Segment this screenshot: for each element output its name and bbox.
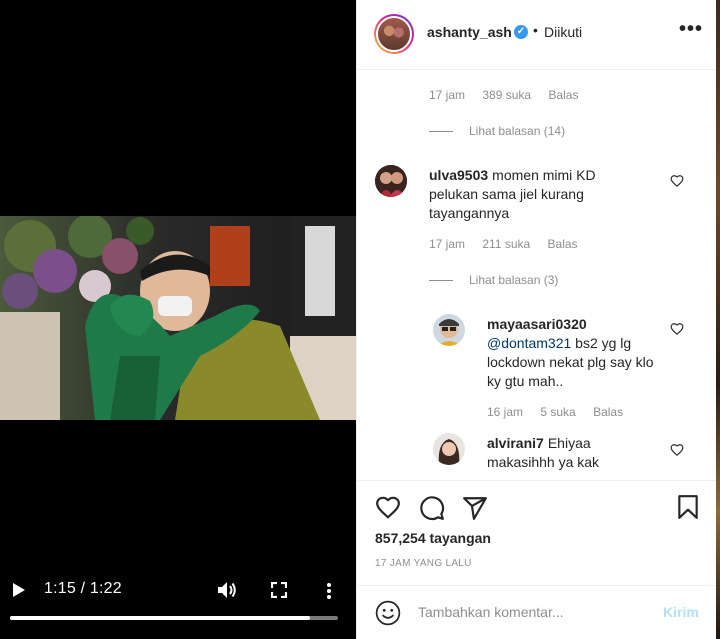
author-avatar[interactable] xyxy=(374,14,414,54)
view-replies-label: Lihat balasan (3) xyxy=(469,273,559,287)
reply-username[interactable]: alvirani7 xyxy=(487,435,544,451)
play-icon[interactable] xyxy=(12,582,26,598)
view-replies-button[interactable]: Lihat balasan (14) xyxy=(429,124,565,138)
video-controls: 1:15 / 1:22 xyxy=(0,570,356,639)
reply-time: 16 jam xyxy=(487,405,524,419)
share-send-icon[interactable] xyxy=(462,495,488,521)
reply-meta: 16 jam 5 suka Balas xyxy=(487,405,637,419)
volume-icon[interactable] xyxy=(217,581,237,599)
more-options-icon[interactable] xyxy=(326,582,332,600)
reply-button[interactable]: Balas xyxy=(548,237,578,251)
replier-avatar-image xyxy=(433,433,465,465)
post-side-panel: ashanty_ash ✓ • Diikuti ••• 17 jam 389 s… xyxy=(356,0,717,639)
video-progress-fill xyxy=(10,616,311,620)
view-replies-label: Lihat balasan (14) xyxy=(469,124,566,138)
video-player[interactable]: 1:15 / 1:22 xyxy=(0,0,356,639)
replies-divider xyxy=(429,131,453,133)
comment-meta: 17 jam 389 suka Balas xyxy=(429,88,592,102)
video-time: 1:15 / 1:22 xyxy=(44,580,122,597)
header-separator: • xyxy=(533,22,538,38)
follow-status-button[interactable]: Diikuti xyxy=(544,24,582,40)
video-still-image xyxy=(0,216,356,420)
reply-button[interactable]: Balas xyxy=(548,88,578,102)
video-progress-bar[interactable] xyxy=(10,616,338,620)
like-heart-icon[interactable] xyxy=(375,495,401,519)
comment-time: 17 jam xyxy=(429,88,466,102)
comment-body: ulva9503 momen mimi KD pelukan sama jiel … xyxy=(429,166,619,223)
reply-body: mayaasari0320 @dontam321 bs2 yg lg lockd… xyxy=(487,315,657,391)
replies-divider xyxy=(429,280,453,282)
comment-likes[interactable]: 389 suka xyxy=(482,88,531,102)
verified-badge-icon: ✓ xyxy=(514,25,528,39)
bookmark-icon[interactable] xyxy=(677,494,699,520)
replier-avatar[interactable] xyxy=(433,314,465,346)
reply-username[interactable]: mayaasari0320 xyxy=(487,316,587,332)
post-header: ashanty_ash ✓ • Diikuti ••• xyxy=(357,0,717,70)
comment-bubble-icon[interactable] xyxy=(419,495,445,521)
replier-avatar[interactable] xyxy=(433,433,465,465)
commenter-avatar-image xyxy=(375,165,407,197)
comment-time: 17 jam xyxy=(429,237,466,251)
emoji-icon[interactable] xyxy=(375,600,401,626)
comment-meta: 17 jam 211 suka Balas xyxy=(429,237,592,251)
author-username[interactable]: ashanty_ash xyxy=(427,24,512,40)
replier-avatar-image xyxy=(433,314,465,346)
like-comment-heart-icon[interactable] xyxy=(670,174,684,188)
like-reply-heart-icon[interactable] xyxy=(670,322,684,336)
reply-body: alvirani7 Ehiyaa makasihhh ya kak xyxy=(487,434,657,472)
add-comment-bar: Tambahkan komentar... Kirim xyxy=(357,585,717,639)
comment-input[interactable]: Tambahkan komentar... xyxy=(418,604,564,620)
mention-link[interactable]: @dontam321 xyxy=(487,335,571,351)
view-count[interactable]: 857,254 tayangan xyxy=(375,530,491,546)
send-comment-button[interactable]: Kirim xyxy=(663,604,699,620)
more-options-button[interactable]: ••• xyxy=(679,18,703,41)
post-actions: 857,254 tayangan 17 JAM YANG LALU xyxy=(357,480,717,590)
view-replies-button[interactable]: Lihat balasan (3) xyxy=(429,273,558,287)
reply-likes[interactable]: 5 suka xyxy=(540,405,575,419)
post-timestamp[interactable]: 17 JAM YANG LALU xyxy=(375,558,472,569)
fullscreen-icon[interactable] xyxy=(271,582,287,598)
video-frame[interactable] xyxy=(0,216,356,420)
comments-list[interactable]: 17 jam 389 suka Balas Lihat balasan (14)… xyxy=(357,71,717,480)
browser-edge-background xyxy=(716,0,720,639)
comment-username[interactable]: ulva9503 xyxy=(429,167,488,183)
reply-button[interactable]: Balas xyxy=(593,405,623,419)
commenter-avatar[interactable] xyxy=(375,165,407,197)
like-reply-heart-icon[interactable] xyxy=(670,443,684,457)
comment-likes[interactable]: 211 suka xyxy=(482,237,530,251)
